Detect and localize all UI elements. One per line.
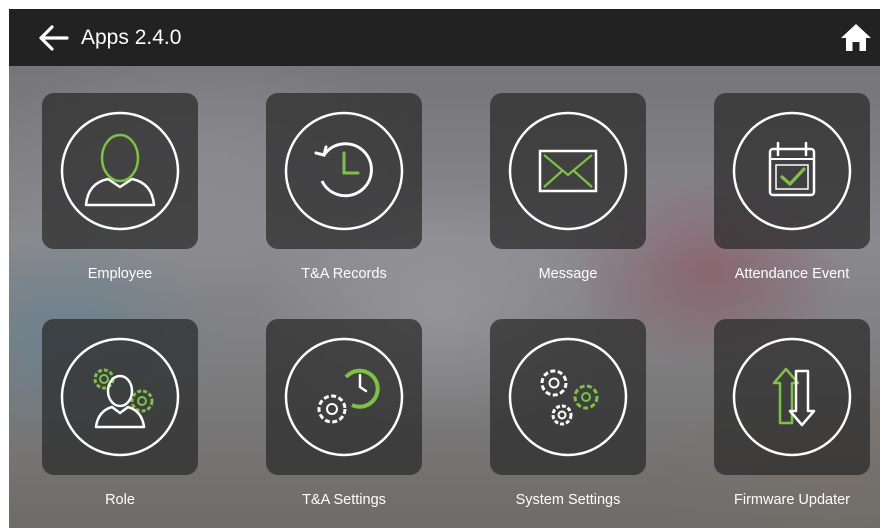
app-tile-ta-settings[interactable]: T&A Settings — [234, 319, 458, 528]
system-settings-icon — [508, 337, 628, 457]
role-gears-icon — [60, 337, 180, 457]
ta-settings-icon — [284, 337, 404, 457]
app-label: Message — [538, 266, 598, 282]
app-tile-box — [714, 319, 870, 475]
app-tile-box — [42, 93, 198, 249]
app-tile-firmware-updater[interactable]: Firmware Updater — [682, 319, 880, 528]
app-label: Attendance Event — [734, 266, 850, 282]
back-button[interactable] — [37, 23, 71, 53]
arrow-left-icon — [39, 25, 69, 51]
calendar-check-icon — [732, 111, 852, 231]
app-tile-box — [266, 319, 422, 475]
app-tile-system-settings[interactable]: System Settings — [458, 319, 682, 528]
records-history-icon — [284, 111, 404, 231]
home-icon — [841, 24, 871, 51]
app-tile-message[interactable]: Message — [458, 93, 682, 311]
app-label: Employee — [87, 266, 153, 282]
employee-icon — [60, 111, 180, 231]
app-screen: Apps 2.4.0 Employee T&A Records Message … — [9, 9, 880, 528]
app-tile-employee[interactable]: Employee — [10, 93, 234, 311]
top-bar: Apps 2.4.0 — [9, 9, 880, 66]
message-envelope-icon — [508, 111, 628, 231]
app-tile-box — [42, 319, 198, 475]
app-tile-box — [490, 319, 646, 475]
app-tile-box — [490, 93, 646, 249]
app-tile-box — [266, 93, 422, 249]
home-button[interactable] — [840, 22, 872, 52]
app-label: System Settings — [515, 492, 621, 508]
page-title: Apps 2.4.0 — [81, 26, 182, 49]
app-tile-role[interactable]: Role — [10, 319, 234, 528]
app-tile-attendance-event[interactable]: Attendance Event — [682, 93, 880, 311]
app-label: Firmware Updater — [733, 492, 851, 508]
app-tile-ta-records[interactable]: T&A Records — [234, 93, 458, 311]
app-label: T&A Records — [301, 266, 387, 282]
app-tile-box — [714, 93, 870, 249]
app-label: T&A Settings — [302, 492, 386, 508]
app-label: Role — [105, 492, 135, 508]
firmware-update-icon — [732, 337, 852, 457]
